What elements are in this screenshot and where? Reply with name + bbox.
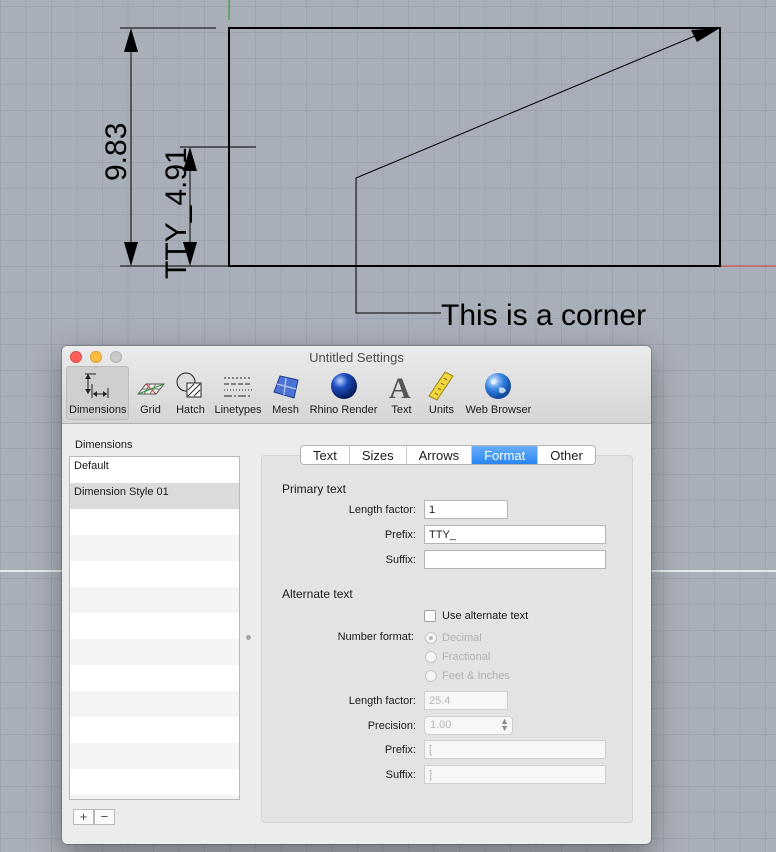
tab-format[interactable]: Format	[472, 446, 539, 464]
toolbar-label-units: Units	[428, 404, 454, 416]
rhino-render-icon	[328, 370, 360, 402]
text-icon: A	[385, 370, 417, 402]
radio-fractional[interactable]	[425, 651, 437, 663]
radio-decimal[interactable]	[425, 632, 437, 644]
list-row-empty	[70, 691, 239, 717]
toolbar-item-rhino-render[interactable]: Rhino Render	[307, 366, 381, 420]
list-row-empty	[70, 795, 239, 799]
precision-label: Precision:	[367, 720, 416, 732]
list-row-empty	[70, 665, 239, 691]
primary-suffix-input[interactable]	[424, 550, 606, 569]
precision-value: 1.00	[430, 719, 452, 731]
alternate-suffix-input[interactable]: ]	[424, 765, 606, 784]
list-row-empty	[70, 509, 239, 535]
tab-bar: Text Sizes Arrows Format Other	[300, 445, 596, 465]
toolbar-label-text: Text	[391, 404, 412, 416]
alternate-suffix-label: Suffix:	[385, 769, 416, 781]
toolbar-item-hatch[interactable]: Hatch	[171, 366, 209, 420]
primary-length-factor-input[interactable]: 1	[424, 500, 508, 519]
dim-inner-text: TTY_4.91	[160, 147, 193, 279]
tab-text[interactable]: Text	[301, 446, 350, 464]
alternate-section-title: Alternate text	[282, 587, 353, 601]
title-bar[interactable]: Untitled Settings Dimensions Grid Hatch …	[62, 346, 651, 424]
list-row-empty	[70, 639, 239, 665]
rectangle-shape[interactable]	[228, 27, 721, 267]
dim-outer-text: 9.83	[100, 123, 133, 181]
leader-arrowhead	[691, 28, 720, 42]
toolbar-label-hatch: Hatch	[176, 404, 205, 416]
units-icon	[425, 370, 457, 402]
toolbar-label-rhino-render: Rhino Render	[309, 404, 378, 416]
leader-line[interactable]	[355, 32, 703, 314]
tab-arrows[interactable]: Arrows	[407, 446, 473, 464]
radio-decimal-label: Decimal	[442, 632, 482, 644]
toolbar-label-mesh: Mesh	[272, 404, 300, 416]
hatch-icon	[174, 370, 206, 402]
annotation-text[interactable]: This is a corner	[441, 299, 646, 332]
list-row-empty	[70, 743, 239, 769]
web-browser-icon	[482, 370, 514, 402]
radio-feet-inches-label: Feet & Inches	[442, 670, 510, 682]
alternate-length-factor-label: Length factor:	[348, 695, 416, 707]
toolbar-label-web-browser: Web Browser	[465, 404, 532, 416]
linetypes-icon	[222, 370, 254, 402]
splitter-handle[interactable]	[246, 635, 251, 640]
toolbar-item-dimensions[interactable]: Dimensions	[66, 366, 130, 420]
tab-other[interactable]: Other	[538, 446, 595, 464]
list-row-empty	[70, 561, 239, 587]
list-item[interactable]: Dimension Style 01	[70, 483, 239, 509]
list-item[interactable]: Default	[70, 457, 239, 483]
alternate-prefix-input[interactable]: [	[424, 740, 606, 759]
list-row-empty	[70, 717, 239, 743]
grid-icon	[134, 370, 166, 402]
toolbar-label-grid: Grid	[140, 404, 161, 416]
dim-outer-arrow-bottom	[124, 242, 138, 266]
toolbar-item-text[interactable]: A Text	[382, 366, 420, 420]
use-alternate-checkbox[interactable]	[424, 610, 436, 622]
precision-select[interactable]: 1.00 ▲ ▼	[424, 716, 513, 735]
settings-window: Untitled Settings Dimensions Grid Hatch …	[62, 346, 651, 844]
primary-suffix-label: Suffix:	[385, 554, 416, 566]
list-row-empty	[70, 613, 239, 639]
use-alternate-label[interactable]: Use alternate text	[442, 610, 528, 622]
add-style-button[interactable]: +	[73, 809, 94, 825]
window-title: Untitled Settings	[309, 350, 404, 365]
mesh-icon	[270, 370, 302, 402]
toolbar-label-dimensions: Dimensions	[69, 404, 127, 416]
dimensions-icon	[82, 370, 114, 402]
radio-feet-inches[interactable]	[425, 670, 437, 682]
primary-prefix-label: Prefix:	[384, 529, 416, 541]
settings-content: Dimensions Default Dimension Style 01 + …	[62, 425, 651, 844]
primary-prefix-input[interactable]: TTY_	[424, 525, 606, 544]
remove-style-button[interactable]: −	[94, 809, 115, 825]
svg-text:A: A	[389, 372, 411, 402]
primary-length-factor-label: Length factor:	[348, 504, 416, 516]
alternate-prefix-label: Prefix:	[384, 744, 416, 756]
toolbar-label-linetypes: Linetypes	[214, 404, 262, 416]
toolbar-item-web-browser[interactable]: Web Browser	[462, 366, 534, 420]
dimension-style-list[interactable]: Default Dimension Style 01	[69, 456, 240, 800]
toolbar: Dimensions Grid Hatch Linetypes Mesh Rhi…	[66, 366, 536, 422]
list-row-empty	[70, 769, 239, 795]
list-row-empty	[70, 535, 239, 561]
chevron-up-down-icon: ▲ ▼	[500, 716, 509, 733]
alternate-length-factor-input[interactable]: 25.4	[424, 691, 508, 710]
toolbar-item-units[interactable]: Units	[422, 366, 460, 420]
list-heading: Dimensions	[75, 439, 133, 451]
primary-section-title: Primary text	[282, 482, 347, 496]
dim-outer-arrow-top	[124, 28, 138, 52]
list-row-empty	[70, 587, 239, 613]
toolbar-item-linetypes[interactable]: Linetypes	[211, 366, 264, 420]
tab-sizes[interactable]: Sizes	[350, 446, 407, 464]
list-buttons: + −	[73, 809, 115, 825]
number-format-label: Number format:	[337, 631, 414, 643]
radio-fractional-label: Fractional	[442, 651, 491, 663]
toolbar-item-grid[interactable]: Grid	[131, 366, 169, 420]
toolbar-item-mesh[interactable]: Mesh	[267, 366, 305, 420]
